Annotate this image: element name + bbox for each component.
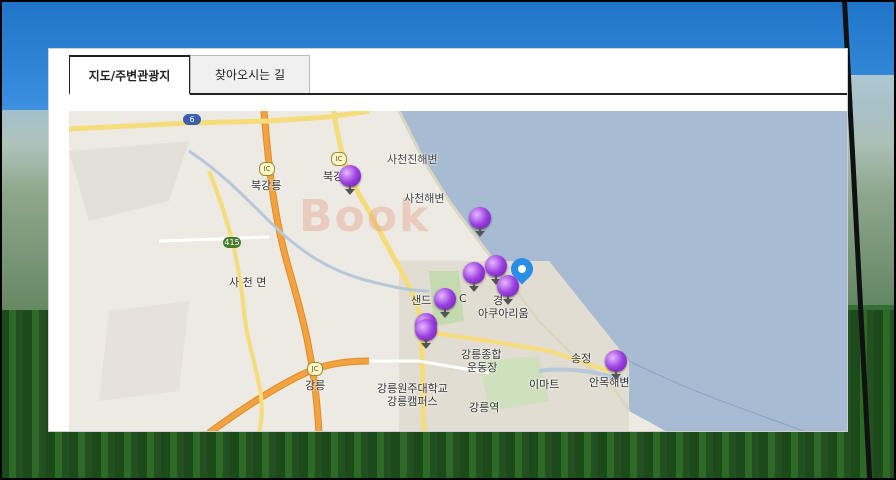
label-university-2: 강릉캠퍼스	[387, 395, 438, 408]
tab-directions[interactable]: 찾아오시는 길	[190, 55, 310, 93]
location-pin[interactable]	[506, 253, 538, 288]
label-aquarium: 아쿠아리움	[478, 307, 529, 320]
map-view[interactable]: Book 6 415 IC IC JC 사천진해변 사천해변 북강릉 북강 사 …	[69, 111, 847, 431]
label-emart: 이마트	[529, 378, 560, 391]
label-ic-small: C	[459, 292, 467, 305]
highway-2	[206, 357, 370, 431]
highway-2-fill	[207, 358, 370, 431]
jc-badge: JC	[307, 362, 323, 376]
tab-map-attractions[interactable]: 지도/주변관광지	[69, 55, 190, 95]
terrain-1	[69, 141, 189, 221]
route-415-badge: 415	[223, 237, 241, 248]
label-sacheon-myeon: 사 천 면	[229, 276, 267, 289]
label-gangneung: 강릉	[305, 379, 326, 392]
label-sandeu: 샌드	[411, 294, 432, 307]
route-6-badge: 6	[183, 114, 201, 125]
label-station: 강릉역	[469, 401, 500, 414]
road-local	[207, 170, 264, 431]
attraction-pin[interactable]	[415, 319, 437, 349]
ic-badge-1: IC	[259, 162, 275, 176]
road-white-1	[158, 235, 270, 243]
ic-badge-2: IC	[331, 152, 347, 166]
attraction-pin[interactable]	[469, 207, 491, 237]
map-panel: 지도/주변관광지 찾아오시는 길 Book 6 415 IC IC JC 사천진…	[48, 48, 848, 432]
road-6	[69, 111, 370, 132]
label-songjeong: 송정	[571, 352, 592, 365]
attraction-pin[interactable]	[605, 350, 627, 380]
terrain-2	[99, 301, 189, 401]
map-canvas	[69, 111, 847, 431]
attraction-pin[interactable]	[339, 165, 361, 195]
label-sacheonjin-beach: 사천진해변	[387, 153, 438, 166]
label-sports-complex-2: 운동장	[467, 361, 498, 374]
attraction-pin[interactable]	[463, 262, 485, 292]
label-bukgangneung: 북강릉	[251, 179, 282, 192]
tab-bar: 지도/주변관광지 찾아오시는 길	[69, 55, 847, 95]
label-sacheon-beach: 사천해변	[404, 192, 445, 205]
attraction-pin[interactable]	[434, 288, 456, 318]
